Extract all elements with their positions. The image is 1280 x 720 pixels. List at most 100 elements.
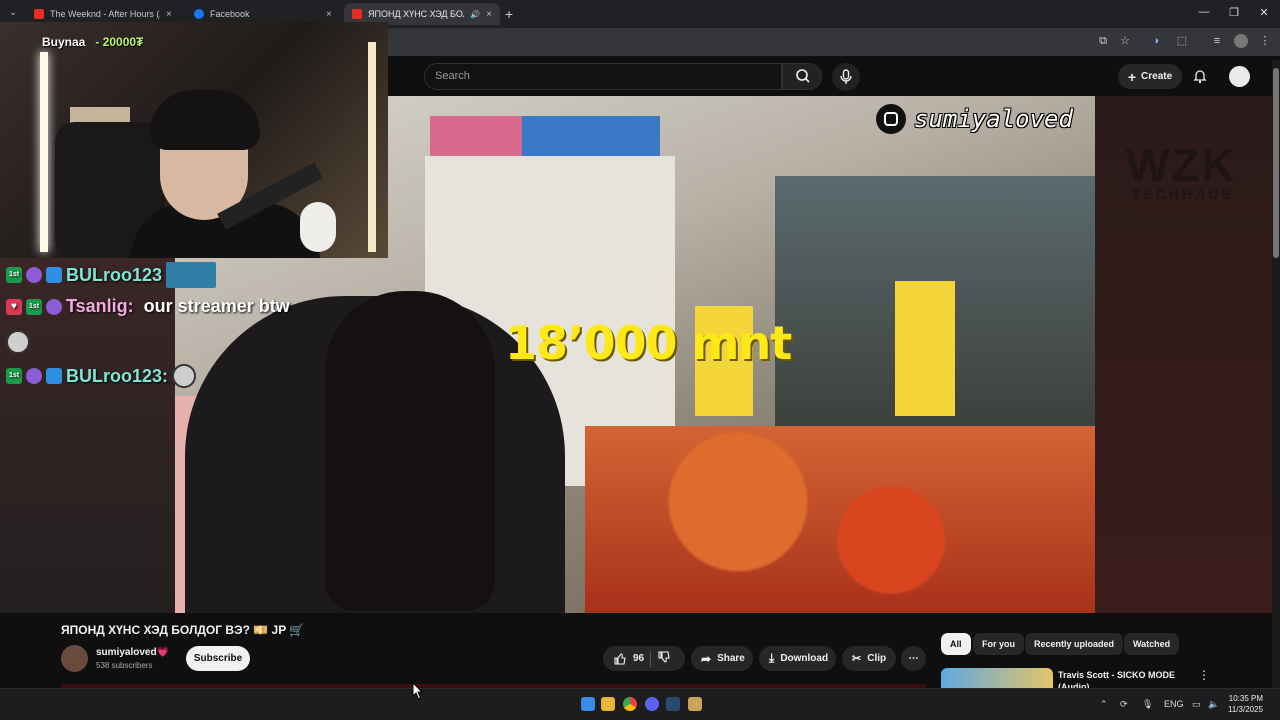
youtube-favicon-icon <box>352 9 362 19</box>
app-icon[interactable] <box>688 697 702 711</box>
video-price-overlay: 18’000 mnt <box>505 316 792 370</box>
volume-icon[interactable]: 🔈 <box>1208 699 1219 710</box>
streamer-hair <box>150 90 260 150</box>
figurine <box>300 202 336 252</box>
chat-text: our streamer btw <box>143 296 290 316</box>
clip-button[interactable]: ✂ Clip <box>842 646 896 671</box>
search-icon <box>796 69 810 83</box>
windows-taskbar <box>0 688 1280 720</box>
tab-title: The Weeknd - After Hours (Aud <box>50 9 160 19</box>
voice-search-button[interactable] <box>832 63 860 91</box>
mouse-cursor-icon <box>412 682 424 700</box>
techhaus-watermark: TECHHAUS <box>1132 186 1234 202</box>
extensions-icon[interactable]: ⬚ <box>1175 34 1189 48</box>
plus-icon: + <box>1127 68 1137 85</box>
notifications-bell-icon[interactable] <box>1192 68 1208 84</box>
chat-username: BULroo123 <box>66 264 163 285</box>
microphone-tray-icon[interactable]: 🎙 <box>1142 699 1153 710</box>
download-button[interactable]: ⤓ Download <box>759 646 836 671</box>
subscriber-badge-icon <box>46 267 62 283</box>
account-avatar[interactable] <box>1229 66 1250 87</box>
file-explorer-icon[interactable] <box>601 697 615 711</box>
first-badge-icon: 1st <box>26 298 42 315</box>
instagram-icon <box>876 104 906 134</box>
tab-close-icon[interactable]: × <box>486 9 492 20</box>
subscribe-button[interactable]: Subscribe <box>186 646 250 671</box>
language-indicator[interactable]: ENG <box>1164 699 1184 709</box>
clip-label: Clip <box>867 653 887 664</box>
face-emote-icon <box>172 364 197 388</box>
recommended-video-title[interactable]: Travis Scott - SICKO MODE (Audio) <box>1058 669 1178 689</box>
sync-icon[interactable]: ⟳ <box>1120 699 1128 710</box>
streamer-webcam <box>0 22 388 258</box>
tab-close-icon[interactable]: × <box>166 9 172 20</box>
taskbar-clock[interactable]: 10:35 PM 11/3/2025 <box>1228 693 1263 715</box>
microphone-icon <box>840 69 852 84</box>
youtube-favicon-icon <box>34 9 44 19</box>
tab-search-chevron-icon[interactable]: ⌄ <box>6 7 20 21</box>
subscriber-badge-icon <box>46 368 62 384</box>
chip-all[interactable]: All <box>941 633 971 655</box>
close-window-button[interactable]: ✕ <box>1254 6 1274 19</box>
create-button[interactable]: + Create <box>1118 64 1182 89</box>
profile-avatar[interactable] <box>1234 34 1248 48</box>
first-badge-icon: 1st <box>6 368 22 384</box>
tab-title: Facebook <box>210 9 250 19</box>
tab-audio-icon[interactable]: 🔊 <box>470 10 480 19</box>
chip-watched[interactable]: Watched <box>1124 633 1180 655</box>
like-button[interactable]: 96 <box>613 652 644 666</box>
chat-message: 1st BULroo123 <box>6 262 217 288</box>
search-button[interactable] <box>782 63 822 90</box>
scissors-icon: ✂ <box>852 653 862 665</box>
chip-recently-uploaded[interactable]: Recently uploaded <box>1025 633 1124 655</box>
woman-hair <box>325 291 495 611</box>
new-tab-button[interactable]: + <box>505 6 513 22</box>
recommended-video-thumbnail[interactable] <box>941 668 1053 690</box>
persimmon-pile <box>585 426 1095 613</box>
share-button[interactable]: ➦ Share <box>691 646 753 671</box>
instagram-handle: sumiyaloved <box>914 105 1073 133</box>
read-aloud-icon[interactable]: ◗ <box>1150 34 1164 48</box>
thumbs-down-icon <box>658 651 670 663</box>
channel-avatar[interactable] <box>61 645 88 672</box>
steam-icon[interactable] <box>666 697 680 711</box>
more-actions-button[interactable]: ⋯ <box>901 646 926 671</box>
bookmark-star-icon[interactable]: ☆ <box>1118 34 1132 48</box>
browser-menu-icon[interactable]: ⋮ <box>1258 34 1272 48</box>
clock-date: 11/3/2025 <box>1228 705 1263 714</box>
windows-start-icon[interactable] <box>581 697 595 711</box>
minimize-button[interactable]: — <box>1194 6 1214 18</box>
recommended-more-icon[interactable]: ⋮ <box>1198 668 1210 682</box>
donation-amount: - 20000₮ <box>95 35 144 49</box>
instagram-watermark: sumiyaloved <box>876 104 1073 134</box>
tray-chevron-icon[interactable]: ⌃ <box>1100 699 1108 710</box>
download-icon: ⤓ <box>769 651 775 665</box>
network-icon[interactable]: ▭ <box>1192 699 1201 710</box>
maximize-button[interactable]: ❐ <box>1224 6 1244 19</box>
first-badge-icon: 1st <box>6 267 22 283</box>
more-dots-icon: ⋯ <box>908 653 919 664</box>
tab-close-icon[interactable]: × <box>326 9 332 20</box>
chip-for-you[interactable]: For you <box>973 633 1024 655</box>
price-sign <box>895 281 955 416</box>
dislike-button[interactable] <box>657 650 671 667</box>
share-icon: ➦ <box>701 651 712 666</box>
donation-alert: Buynaa - 20000₮ <box>42 35 143 49</box>
channel-name[interactable]: sumiyaloved💗 <box>96 647 169 658</box>
download-label: Download <box>780 653 829 664</box>
scrollbar-thumb[interactable] <box>1273 68 1279 258</box>
install-app-icon[interactable]: ⧉ <box>1096 34 1110 48</box>
share-label: Share <box>717 653 745 664</box>
tab-search-icon[interactable]: ≡ <box>1210 34 1224 48</box>
chat-username: BULroo123: <box>66 365 169 386</box>
divider <box>650 650 652 667</box>
discord-icon[interactable] <box>645 697 659 711</box>
purple-face-badge-icon <box>26 368 42 384</box>
chrome-icon[interactable] <box>623 697 637 711</box>
tab-title: ЯПОНД ХҮНС ХЭД БОЛДО <box>368 9 464 19</box>
like-dislike-group: 96 <box>603 646 685 671</box>
light-bar <box>368 42 376 252</box>
video-title: ЯПОНД ХҮНС ХЭД БОЛДОГ ВЭ? 💴 JP 🛒 <box>61 623 305 637</box>
wzk-watermark: WZK <box>1126 139 1237 191</box>
search-input[interactable]: Search <box>424 63 782 90</box>
